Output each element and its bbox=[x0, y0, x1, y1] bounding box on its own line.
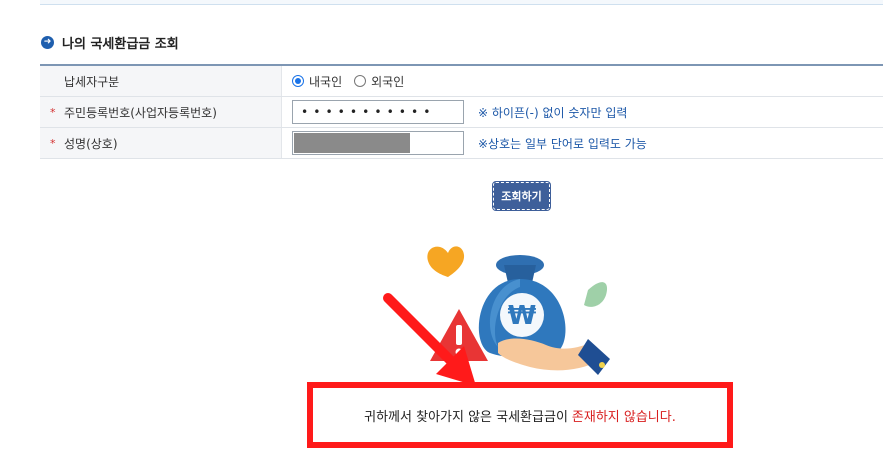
id-number-label-cell: * 주민등록번호(사업자등록번호) bbox=[40, 97, 282, 127]
taxpayer-type-row: 납세자구분 내국인 외국인 bbox=[40, 66, 883, 97]
required-mark: * bbox=[50, 136, 56, 150]
top-info-strip bbox=[40, 0, 883, 5]
name-label: 성명(상호) bbox=[64, 136, 118, 151]
heart-icon bbox=[427, 246, 465, 277]
required-mark: * bbox=[50, 105, 56, 119]
name-row: * 성명(상호) ※상호는 일부 단어로 입력도 가능 bbox=[40, 128, 883, 159]
search-button[interactable]: 조회하기 bbox=[492, 181, 551, 211]
radio-domestic-label: 내국인 bbox=[309, 74, 343, 89]
section-title: 나의 국세환급금 조회 bbox=[62, 36, 179, 52]
id-number-label: 주민등록번호(사업자등록번호) bbox=[64, 105, 217, 120]
name-hint: ※상호는 일부 단어로 입력도 가능 bbox=[478, 136, 647, 151]
taxpayer-type-label-cell: 납세자구분 bbox=[40, 66, 282, 96]
section-header: ➜ 나의 국세환급금 조회 bbox=[41, 33, 179, 52]
svg-text:₩: ₩ bbox=[508, 301, 537, 331]
arrow-circle-icon: ➜ bbox=[41, 35, 54, 49]
id-number-input[interactable]: ••••••••••• bbox=[292, 100, 464, 124]
radio-foreign-control[interactable] bbox=[354, 75, 367, 87]
radio-domestic-control[interactable] bbox=[292, 75, 304, 87]
result-message-highlight: 존재하지 않습니다. bbox=[571, 409, 676, 425]
id-number-row: * 주민등록번호(사업자등록번호) ••••••••••• ※ 하이픈(-) 없… bbox=[40, 97, 883, 128]
id-number-hint: ※ 하이픈(-) 없이 숫자만 입력 bbox=[478, 105, 628, 120]
radio-foreign[interactable]: 외국인 bbox=[354, 73, 404, 90]
radio-domestic[interactable]: 내국인 bbox=[292, 73, 342, 90]
name-value-cell: ※상호는 일부 단어로 입력도 가능 bbox=[282, 128, 883, 158]
leaf-icon bbox=[584, 282, 608, 307]
name-input[interactable] bbox=[292, 131, 464, 155]
name-label-cell: * 성명(상호) bbox=[40, 128, 282, 158]
refund-search-form: 납세자구분 내국인 외국인 * 주민등록번호(사업자등록번호) ••••••••… bbox=[40, 64, 883, 159]
redacted-name bbox=[294, 133, 410, 153]
radio-foreign-label: 외국인 bbox=[371, 74, 405, 89]
result-message-box: 귀하께서 찾아가지 않은 국세환급금이 존재하지 않습니다. bbox=[307, 382, 733, 448]
result-message-text: 귀하께서 찾아가지 않은 국세환급금이 bbox=[364, 409, 568, 425]
taxpayer-type-label: 납세자구분 bbox=[64, 74, 120, 89]
taxpayer-type-options: 내국인 외국인 bbox=[282, 66, 883, 96]
id-number-value-cell: ••••••••••• ※ 하이픈(-) 없이 숫자만 입력 bbox=[282, 97, 883, 127]
